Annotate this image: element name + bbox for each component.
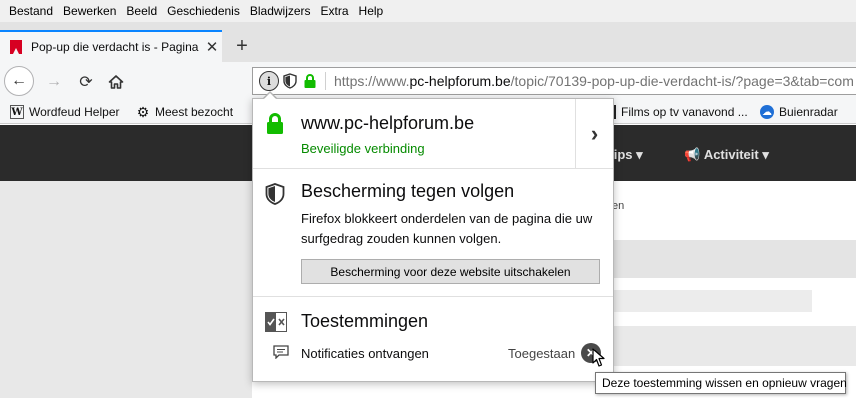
- notification-permission-label: Notificaties ontvangen: [301, 346, 429, 361]
- notification-permission-state: Toegestaan: [508, 346, 576, 361]
- bookmark-meest-bezocht[interactable]: ⚙ Meest bezocht: [136, 103, 233, 121]
- megaphone-icon: 📢: [684, 147, 704, 162]
- tracking-protection-title: Bescherming tegen volgen: [301, 181, 515, 201]
- menu-bestand[interactable]: Bestand: [4, 4, 58, 18]
- clear-permission-tooltip: Deze toestemming wissen en opnieuw vrage…: [595, 372, 847, 394]
- mouse-cursor-icon: [592, 348, 605, 367]
- cloud-icon: ☁: [760, 105, 774, 119]
- tracking-protection-section: Bescherming tegen volgen Firefox blokkee…: [253, 169, 613, 297]
- disable-protection-button[interactable]: Bescherming voor deze website uitschakel…: [301, 259, 600, 284]
- nav-toolbar: ← → ⟳ i https://www.pc-helpforum.be/topi…: [0, 62, 856, 100]
- identity-popup: www.pc-helpforum.be Beveiligde verbindin…: [252, 98, 614, 382]
- tracking-protection-description: Firefox blokkeert onderdelen van de pagi…: [301, 211, 593, 246]
- connection-status: Beveiligde verbinding: [301, 141, 425, 156]
- bookmark-label: Buienradar: [779, 105, 838, 119]
- permissions-title: Toestemmingen: [301, 311, 429, 331]
- tab-close-icon[interactable]: ✕: [202, 38, 222, 56]
- notification-icon: [273, 345, 289, 359]
- site-favicon-icon: [10, 40, 22, 54]
- url-separator: [325, 72, 326, 90]
- menu-bar: Bestand Bewerken Beeld Geschiedenis Blad…: [0, 0, 856, 22]
- bookmark-label: Meest bezocht: [155, 105, 234, 119]
- site-nav-activiteit-label: Activiteit ▾: [703, 147, 769, 162]
- secure-lock-icon: [267, 113, 283, 134]
- site-info-icon[interactable]: i: [259, 71, 279, 91]
- bookmark-films[interactable]: Films op tv vanavond ...: [600, 103, 748, 121]
- url-prefix: https://www.: [334, 73, 410, 89]
- wordfeud-icon: W: [10, 105, 24, 119]
- tracking-protection-shield-icon[interactable]: [283, 73, 297, 89]
- security-details-button[interactable]: ›: [575, 99, 613, 168]
- menu-geschiedenis[interactable]: Geschiedenis: [162, 4, 245, 18]
- tab-active[interactable]: Pop-up die verdacht is - Pagina ✕: [0, 30, 222, 62]
- url-bar[interactable]: i https://www.pc-helpforum.be/topic/7013…: [252, 67, 856, 95]
- permissions-icon: [265, 312, 287, 332]
- site-nav-activiteit[interactable]: 📢 Activiteit ▾: [684, 147, 769, 163]
- reload-button[interactable]: ⟳: [74, 70, 98, 94]
- page-sidebar-area: [0, 181, 252, 398]
- blurred-content: [612, 290, 812, 312]
- menu-bladwijzers[interactable]: Bladwijzers: [245, 4, 316, 18]
- secure-lock-icon[interactable]: [303, 73, 317, 89]
- popup-arrow-fill: [263, 93, 277, 100]
- site-host: www.pc-helpforum.be: [301, 113, 475, 133]
- home-button[interactable]: [104, 70, 128, 94]
- bookmark-buienradar[interactable]: ☁ Buienradar: [760, 103, 838, 121]
- url-path: /topic/70139-pop-up-die-verdacht-is/?pag…: [510, 73, 854, 89]
- forward-button[interactable]: →: [42, 70, 66, 94]
- tracking-protection-shield-icon: [265, 183, 285, 205]
- new-tab-button[interactable]: +: [230, 30, 254, 62]
- chevron-right-icon: ›: [590, 120, 599, 146]
- menu-bewerken[interactable]: Bewerken: [58, 4, 121, 18]
- permissions-section: Toestemmingen Notificaties ontvangen Toe…: [253, 297, 613, 381]
- menu-extra[interactable]: Extra: [316, 4, 354, 18]
- bookmark-label: Wordfeud Helper: [29, 105, 120, 119]
- gear-icon: ⚙: [136, 103, 150, 120]
- menu-help[interactable]: Help: [354, 4, 389, 18]
- bookmark-label: Films op tv vanavond ...: [621, 105, 748, 119]
- tab-strip: Pop-up die verdacht is - Pagina ✕ +: [0, 22, 856, 62]
- blurred-content: [612, 240, 856, 278]
- url-domain: pc-helpforum.be: [409, 73, 511, 89]
- menu-beeld[interactable]: Beeld: [121, 4, 162, 18]
- bookmark-wordfeud[interactable]: W Wordfeud Helper: [10, 103, 120, 121]
- url-text[interactable]: https://www.pc-helpforum.be/topic/70139-…: [334, 73, 854, 89]
- blurred-content: [612, 326, 856, 366]
- back-button[interactable]: ←: [4, 66, 34, 96]
- home-icon: [108, 75, 124, 89]
- site-security-section: www.pc-helpforum.be Beveiligde verbindin…: [253, 99, 613, 169]
- tab-title: Pop-up die verdacht is - Pagina: [31, 40, 199, 54]
